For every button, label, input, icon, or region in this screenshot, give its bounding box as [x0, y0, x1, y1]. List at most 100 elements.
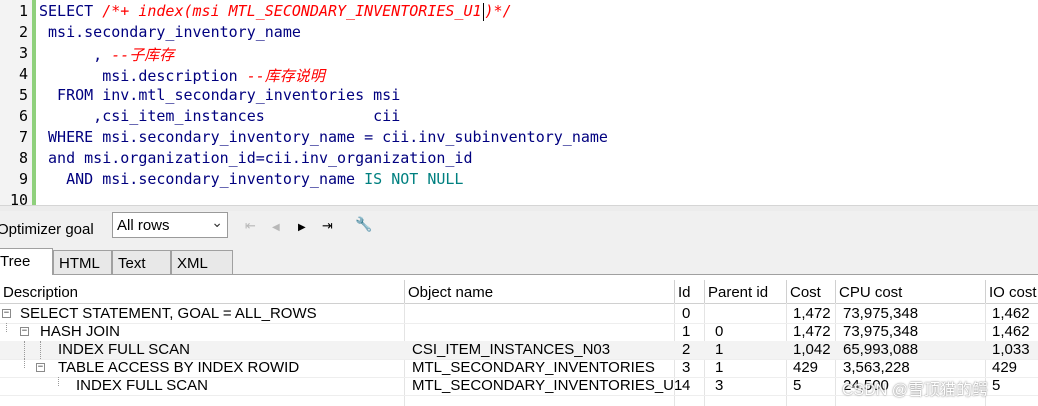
cost-cell: 5 [793, 377, 802, 394]
cost-cell: 429 [793, 359, 819, 376]
collapse-icon[interactable]: − [20, 327, 29, 336]
line-number: 3 [18, 44, 28, 62]
column-header-object-name[interactable]: Object name [405, 280, 675, 303]
cpu-cost-cell: 3,563,228 [843, 359, 910, 376]
description-cell: HASH JOIN [40, 323, 121, 340]
wrench-icon[interactable]: 🔧 [355, 217, 372, 233]
io-cost-cell: 1,033 [992, 341, 1030, 358]
line-number: 4 [18, 65, 28, 83]
tree-connector [24, 359, 25, 368]
sql-token: FROM inv.mtl_secondary_inventories msi [39, 86, 401, 104]
object-name-cell: MTL_SECONDARY_INVENTORIES [412, 359, 655, 376]
watermark-text: CSDN @雪顶猫的鳄 [842, 382, 989, 399]
tab-xml[interactable]: XML [171, 250, 233, 274]
tree-connector [6, 323, 7, 332]
optimizer-goal-select[interactable]: All rows ⌄ [112, 212, 228, 238]
change-marker-bar [32, 0, 36, 205]
optimizer-goal-label: Optimizer goal [0, 221, 94, 238]
id-cell: 2 [682, 341, 691, 358]
line-number: 5 [18, 86, 28, 104]
column-header-cost[interactable]: Cost [787, 280, 836, 303]
description-cell: TABLE ACCESS BY INDEX ROWID [58, 359, 300, 376]
sql-token: and msi.organization_id=cii.inv_organiza… [39, 149, 473, 167]
line-number: 1 [18, 2, 28, 20]
code-line[interactable]: FROM inv.mtl_secondary_inventories msi [39, 86, 400, 104]
column-header-cpu-cost[interactable]: CPU cost [836, 280, 986, 303]
line-number: 8 [18, 149, 28, 167]
first-step-icon[interactable]: ⇤ [245, 219, 256, 234]
tree-connector [24, 341, 25, 359]
sql-token: msi.description [39, 67, 247, 85]
sql-token: ,csi_item_instances cii [39, 107, 401, 125]
last-step-icon[interactable]: ⇥ [322, 219, 333, 234]
code-line[interactable]: WHERE msi.secondary_inventory_name = cii… [39, 128, 608, 146]
tab-tree[interactable]: Tree [0, 248, 53, 275]
column-header-parent-id[interactable]: Parent id [705, 280, 787, 303]
code-line[interactable]: msi.secondary_inventory_name [39, 23, 301, 41]
parent-id-cell: 0 [715, 323, 724, 340]
cost-cell: 1,472 [793, 323, 831, 340]
description-cell: INDEX FULL SCAN [58, 341, 190, 358]
id-cell: 1 [682, 323, 691, 340]
tab-text[interactable]: Text [112, 250, 171, 274]
chevron-down-icon: ⌄ [211, 215, 223, 231]
sql-comment: )*/ [484, 2, 512, 20]
parent-id-cell: 1 [715, 341, 724, 358]
tree-connector [58, 377, 59, 386]
sql-null-keyword: IS NOT NULL [364, 170, 464, 188]
description-cell: SELECT STATEMENT, GOAL = ALL_ROWS [20, 305, 317, 322]
collapse-icon[interactable]: − [2, 309, 11, 318]
object-name-cell: MTL_SECONDARY_INVENTORIES_U1 [412, 377, 683, 394]
column-header-io-cost[interactable]: IO cost [986, 280, 1038, 303]
text-cursor [482, 2, 484, 21]
column-header-id[interactable]: Id [675, 280, 705, 303]
io-cost-cell: 1,462 [992, 323, 1030, 340]
io-cost-cell: 429 [992, 359, 1018, 376]
code-line[interactable]: AND msi.secondary_inventory_name IS NOT … [39, 170, 463, 188]
grid-header: Description Object name Id Parent id Cos… [0, 280, 1038, 304]
description-cell: INDEX FULL SCAN [76, 377, 208, 394]
collapse-icon[interactable]: − [36, 363, 45, 372]
cost-cell: 1,042 [793, 341, 831, 358]
column-header-description[interactable]: Description [0, 280, 405, 303]
line-number: 6 [18, 107, 28, 125]
id-cell: 0 [682, 305, 691, 322]
parent-id-cell: 1 [715, 359, 724, 376]
table-row[interactable]: INDEX FULL SCAN CSI_ITEM_INSTANCES_N03 2… [0, 341, 1038, 360]
code-line[interactable]: and msi.organization_id=cii.inv_organiza… [39, 149, 472, 167]
cpu-cost-cell: 73,975,348 [843, 323, 919, 340]
cost-cell: 1,472 [793, 305, 831, 322]
sql-editor[interactable]: 1 2 3 4 5 6 7 8 9 10 SELECT /*+ index(ms… [0, 0, 1038, 209]
table-row[interactable]: − HASH JOIN 1 0 1,472 73,975,348 1,462 [0, 323, 1038, 342]
code-line[interactable]: msi.description --库存说明 [39, 65, 325, 86]
code-line[interactable]: , --子库存 [39, 44, 174, 65]
cpu-cost-cell: 65,993,088 [843, 341, 919, 358]
object-name-cell: CSI_ITEM_INSTANCES_N03 [412, 341, 611, 358]
line-number: 7 [18, 128, 28, 146]
next-step-icon[interactable]: ▶ [298, 222, 306, 233]
tree-connector [40, 341, 41, 359]
code-line[interactable]: SELECT /*+ index(msi MTL_SECONDARY_INVEN… [39, 2, 512, 21]
sql-token: WHERE msi.secondary_inventory_name = cii… [39, 128, 608, 146]
previous-step-icon[interactable]: ◀ [272, 222, 280, 233]
table-row[interactable]: − SELECT STATEMENT, GOAL = ALL_ROWS 0 1,… [0, 305, 1038, 324]
sql-token: msi.secondary_inventory_name [39, 23, 301, 41]
optimizer-goal-value: All rows [117, 217, 170, 234]
sql-comment: --库存说明 [246, 67, 325, 85]
tab-html[interactable]: HTML [53, 250, 112, 274]
sql-comment: --子库存 [111, 46, 175, 64]
parent-id-cell [712, 305, 715, 323]
output-tabs: Tree HTML Text XML [0, 248, 1038, 275]
line-number: 2 [18, 23, 28, 41]
id-cell: 4 [682, 377, 691, 394]
sql-token: , [39, 46, 112, 64]
line-number: 9 [18, 170, 28, 188]
id-cell: 3 [682, 359, 691, 376]
code-line[interactable]: ,csi_item_instances cii [39, 107, 400, 125]
parent-id-cell: 3 [715, 377, 724, 394]
line-number-gutter: 1 2 3 4 5 6 7 8 9 10 [0, 0, 33, 209]
object-name-cell [405, 323, 408, 341]
sql-token: AND msi.secondary_inventory_name [39, 170, 365, 188]
sql-token: SELECT [39, 2, 103, 20]
cpu-cost-cell: 73,975,348 [843, 305, 919, 322]
